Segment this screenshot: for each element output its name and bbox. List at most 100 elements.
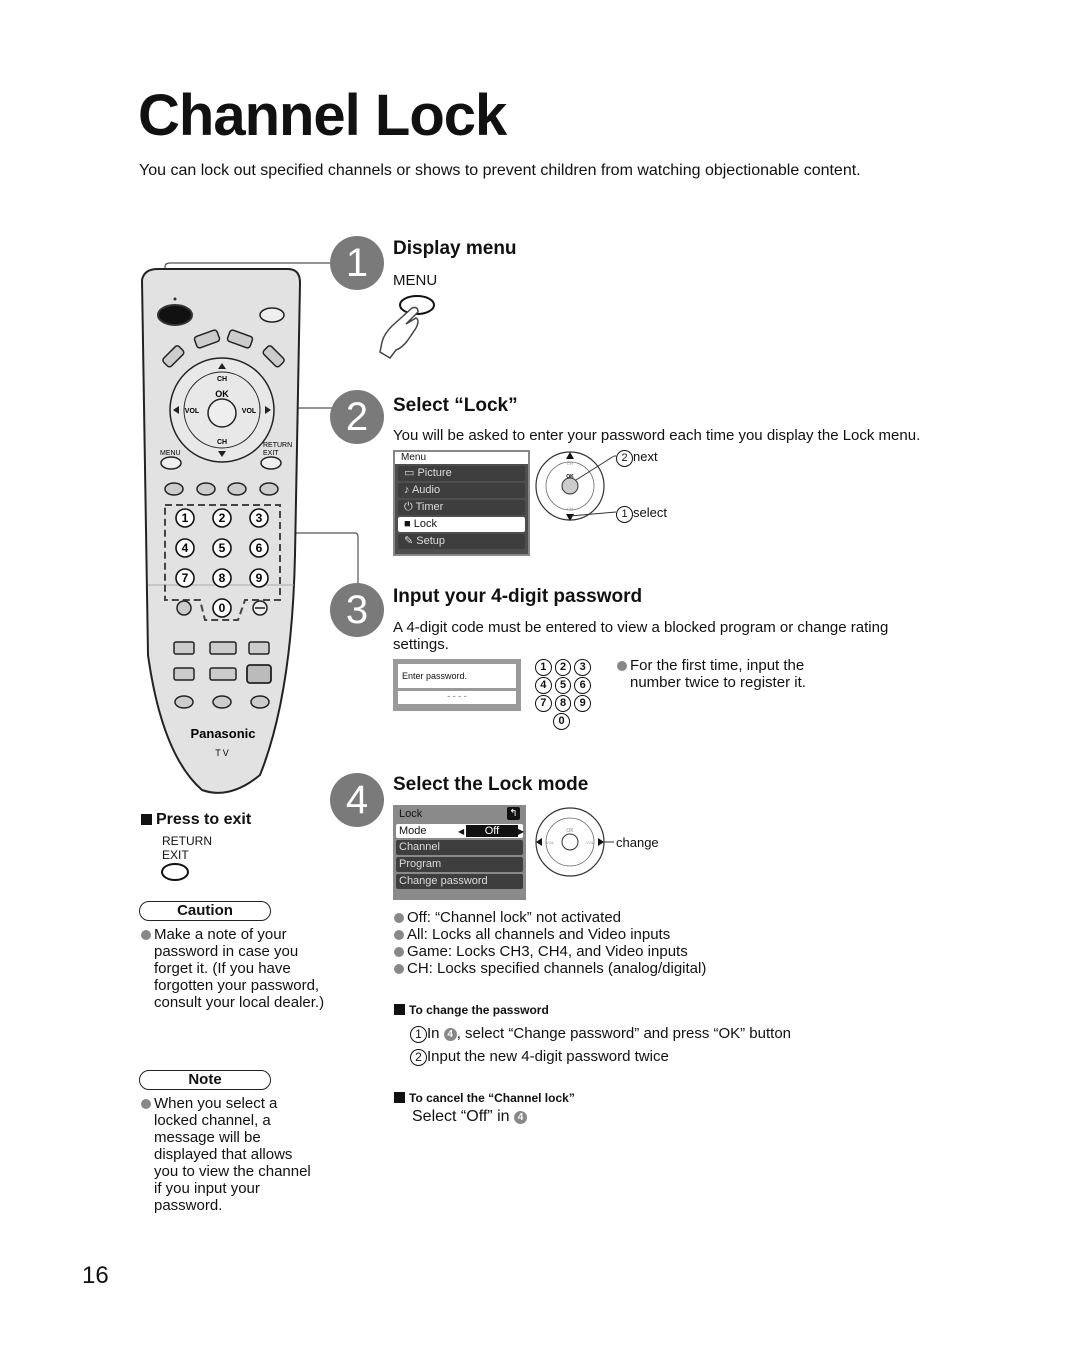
keypad-digit: 7 <box>535 695 552 712</box>
cancel-lock-heading: To cancel the “Channel lock” <box>394 1091 575 1105</box>
svg-text:VOL: VOL <box>546 840 555 845</box>
ch-up-label: CH <box>217 376 227 383</box>
page-title: Channel Lock <box>138 83 507 148</box>
pressing-hand-icon <box>379 295 435 359</box>
return-icon[interactable]: ↰ <box>507 807 520 820</box>
lock-menu-item-program[interactable]: Program <box>396 857 523 872</box>
step-3-description: A 4-digit code must be entered to view a… <box>393 619 889 653</box>
menu-button-label: MENU <box>393 272 438 289</box>
lock-menu-header: Lock ↰ <box>393 805 526 822</box>
password-field[interactable]: - - - - <box>398 691 516 704</box>
digit-0: 0 <box>219 601 226 615</box>
mode-value[interactable]: Off <box>466 825 518 837</box>
keypad-digit: 6 <box>574 677 592 694</box>
return-exit-label: RETURN EXIT <box>162 834 212 862</box>
digit-3: 3 <box>256 511 263 525</box>
step-2-description: You will be asked to enter your password… <box>393 427 921 444</box>
power-button <box>157 304 193 326</box>
step-3-number: 3 <box>330 583 384 637</box>
keypad-digit: 1 <box>535 659 552 676</box>
svg-text:VOL: VOL <box>586 840 595 845</box>
first-time-note: For the first time, input the number twi… <box>617 657 840 691</box>
dpad-diagram-step4: OK VOL VOL <box>535 807 614 877</box>
change-password-heading: To change the password <box>394 1003 549 1017</box>
mode-row[interactable]: Mode ◀ Off ▶ <box>396 824 524 839</box>
input-button <box>259 307 285 323</box>
menu-item-lock[interactable]: ■ Lock <box>398 517 525 532</box>
ok-button <box>207 398 237 428</box>
digit-2: 2 <box>219 511 226 525</box>
picture-icon: ▭ <box>404 467 415 479</box>
audio-icon: ♪ <box>404 484 410 496</box>
keypad-diagram: 1 2 3 4 5 6 7 8 9 0 <box>535 659 592 730</box>
digit-5: 5 <box>219 541 226 555</box>
digit-4: 4 <box>182 541 189 555</box>
note-text: When you select a locked channel, a mess… <box>141 1095 319 1214</box>
setup-icon: ✎ <box>404 535 414 547</box>
ch-down-label: CH <box>217 439 227 446</box>
lock-mode-ch: CH: Locks specified channels (analog/dig… <box>394 960 706 977</box>
digit-7: 7 <box>182 571 189 585</box>
cancel-lock-instruction: Select “Off” in 4 <box>412 1108 527 1126</box>
menu-button <box>160 456 182 470</box>
ok-label: OK <box>215 389 229 399</box>
menu-item-audio[interactable]: ♪ Audio <box>398 483 525 498</box>
lock-mode-game: Game: Locks CH3, CH4, and Video inputs <box>394 943 706 960</box>
mode-label: Mode <box>399 825 427 837</box>
remote-model-label: TV <box>215 748 231 758</box>
digit-6: 6 <box>256 541 263 555</box>
remote-control-illustration: CH OK VOL VOL CH MENU RETURN EXIT 1 2 3 … <box>140 262 359 794</box>
timer-icon: ⏻ <box>404 501 413 513</box>
vol-right-label: VOL <box>242 408 257 415</box>
mode-right-arrow-icon[interactable]: ▶ <box>518 825 524 839</box>
step-1-title: Display menu <box>393 238 517 259</box>
caution-text: Make a note of your password in case you… <box>141 926 334 1011</box>
step-4-reference-icon: 4 <box>513 1111 527 1124</box>
lock-mode-all: All: Locks all channels and Video inputs <box>394 926 706 943</box>
vol-left-label: VOL <box>185 408 200 415</box>
main-menu-screen: Menu ▭ Picture ♪ Audio ⏻ Timer ■ Lock ✎ … <box>393 450 530 556</box>
step-1-number: 1 <box>330 236 384 290</box>
note-label: Note <box>139 1070 271 1090</box>
keypad-digit: 4 <box>535 677 552 694</box>
change-password-step-2: 2 Input the new 4-digit password twice <box>410 1048 669 1066</box>
change-password-step-1: 1 In 4, select “Change password” and pres… <box>410 1025 791 1043</box>
intro-text: You can lock out specified channels or s… <box>139 162 861 179</box>
lock-icon: ■ <box>404 518 411 530</box>
keypad-digit: 3 <box>574 659 592 676</box>
step-3-title: Input your 4-digit password <box>393 586 643 607</box>
step-2-title: Select “Lock” <box>393 395 518 416</box>
remote-brand: Panasonic <box>190 726 255 741</box>
return-exit-button[interactable] <box>161 863 189 881</box>
digit-8: 8 <box>219 571 226 585</box>
exit-label: EXIT <box>263 450 279 457</box>
svg-text:CH: CH <box>567 506 573 511</box>
menu-label: MENU <box>160 450 181 457</box>
svg-text:CH: CH <box>567 461 573 466</box>
caution-label: Caution <box>139 901 271 921</box>
password-entry-screen: Enter password. - - - - <box>393 659 521 711</box>
step-4-number: 4 <box>330 773 384 827</box>
return-button <box>260 456 282 470</box>
press-to-exit-heading: Press to exit <box>141 811 251 829</box>
step-4-title: Select the Lock mode <box>393 774 589 795</box>
dpad-ok-label: OK <box>566 474 574 480</box>
password-prompt: Enter password. <box>398 664 516 688</box>
mode-left-arrow-icon[interactable]: ◀ <box>458 825 464 839</box>
menu-item-setup[interactable]: ✎ Setup <box>398 534 525 549</box>
menu-item-timer[interactable]: ⏻ Timer <box>398 500 525 515</box>
keypad-digit: 9 <box>574 695 592 712</box>
lock-menu-item-change-password[interactable]: Change password <box>396 874 523 889</box>
menu-item-picture[interactable]: ▭ Picture <box>398 466 525 481</box>
next-callout: 2 next <box>616 449 658 467</box>
lock-mode-off: Off: “Channel lock” not activated <box>394 909 706 926</box>
digit-1: 1 <box>182 511 189 525</box>
lock-menu-item-channel[interactable]: Channel <box>396 840 523 855</box>
keypad-digit: 8 <box>554 695 572 712</box>
digit-9: 9 <box>256 571 263 585</box>
keypad-digit: 0 <box>553 713 570 730</box>
lock-menu-screen: Lock ↰ Mode ◀ Off ▶ Channel Program Chan… <box>393 805 526 900</box>
step-2-number: 2 <box>330 390 384 444</box>
keypad-digit: 5 <box>554 677 572 694</box>
svg-text:OK: OK <box>566 828 574 834</box>
